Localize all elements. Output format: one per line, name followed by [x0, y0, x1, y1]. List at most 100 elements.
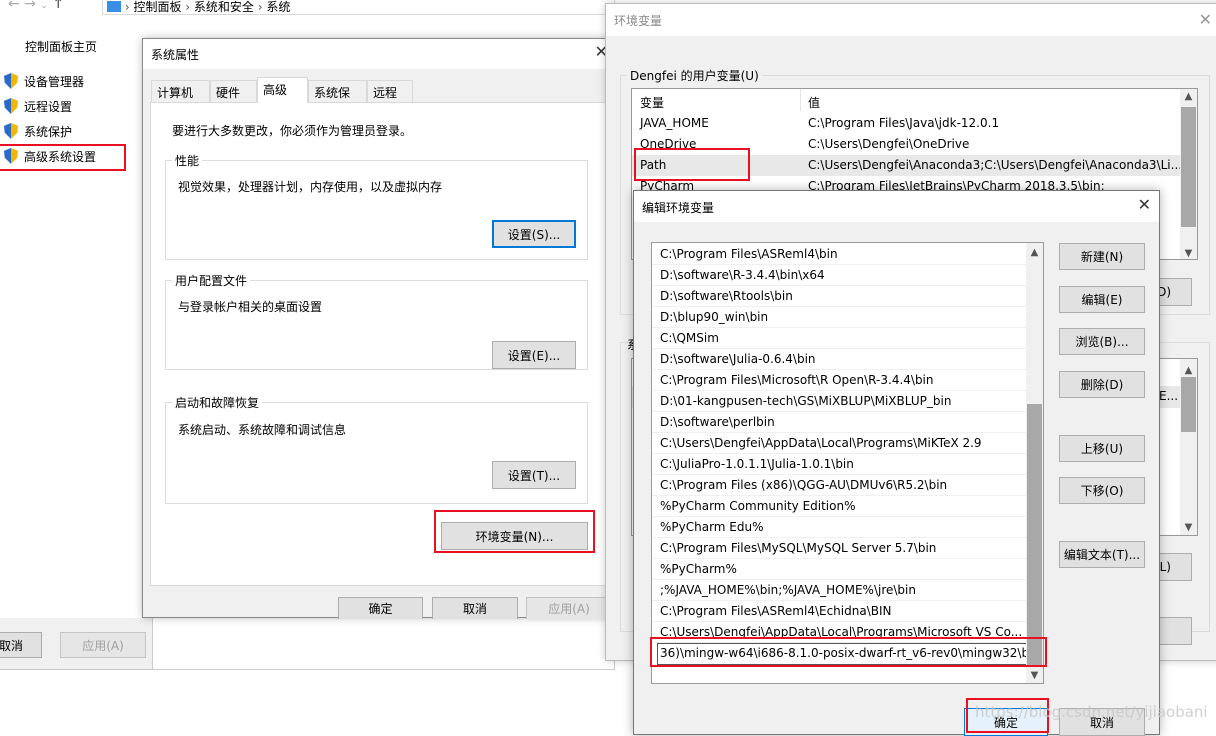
shield-icon — [4, 98, 18, 114]
highlight-box — [650, 637, 1047, 667]
list-item[interactable]: C:\Program Files\Microsoft\R Open\R-3.4.… — [652, 370, 1026, 391]
group-title: Dengfei 的用户变量(U) — [627, 67, 762, 84]
list-item[interactable]: C:\Program Files\ASReml4\bin — [652, 244, 1026, 265]
list-item[interactable]: %PyCharm Edu% — [652, 517, 1026, 538]
watermark: https://blog.csdn.net/yijiaobani — [975, 703, 1208, 721]
performance-settings-button[interactable]: 设置(S)... — [492, 220, 576, 248]
list-item[interactable]: D:\blup90_win\bin — [652, 307, 1026, 328]
group-title: 用户配置文件 — [172, 272, 251, 289]
back-icon[interactable]: ← — [8, 0, 20, 12]
list-item[interactable]: D:\software\R-3.4.4\bin\x64 — [652, 265, 1026, 286]
side-link-device-manager[interactable]: 设备管理器 — [4, 73, 84, 90]
recent-icon[interactable]: ⌄ — [40, 1, 48, 11]
list-item[interactable]: D:\01-kangpusen-tech\GS\MiXBLUP\MiXBLUP_… — [652, 391, 1026, 412]
column-header-value[interactable]: 值 — [808, 94, 820, 111]
list-item[interactable]: %PyCharm Community Edition% — [652, 496, 1026, 517]
delete-button[interactable]: 删除(D) — [1059, 371, 1145, 398]
variable-value: C:\Users\Dengfei\OneDrive — [808, 137, 970, 151]
shield-icon — [4, 73, 18, 89]
scroll-thumb[interactable] — [1181, 107, 1196, 227]
shield-icon — [4, 123, 18, 139]
side-link-remote[interactable]: 远程设置 — [4, 98, 72, 115]
explorer-apply-button: 应用(A) — [60, 632, 146, 658]
control-panel-home-link[interactable]: 控制面板主页 — [25, 38, 97, 55]
group-desc: 视觉效果，处理器计划，内存使用，以及虚拟内存 — [178, 180, 443, 194]
scrollbar[interactable]: ▲ ▼ — [1180, 359, 1197, 535]
list-item[interactable]: %PyCharm% — [652, 559, 1026, 580]
list-item[interactable]: D:\software\Julia-0.6.4\bin — [652, 349, 1026, 370]
scroll-thumb[interactable] — [1181, 377, 1196, 432]
forward-icon[interactable]: → — [24, 0, 36, 12]
variable-value: C:\Program Files\Java\jdk-12.0.1 — [808, 116, 1000, 130]
close-icon[interactable]: ✕ — [1199, 10, 1212, 29]
tab-system-protection[interactable]: 系统保护 — [308, 80, 367, 117]
link-label: 设备管理器 — [24, 75, 85, 89]
tab-advanced[interactable]: 高级 — [257, 77, 308, 103]
side-link-protection[interactable]: 系统保护 — [4, 123, 72, 140]
scroll-up-icon[interactable]: ▲ — [1180, 91, 1197, 102]
title-bar: 系统属性 ✕ — [143, 39, 614, 69]
row-value: E... — [1159, 389, 1179, 403]
new-button[interactable]: 新建(N) — [1059, 243, 1145, 270]
up-icon[interactable]: ↑ — [52, 0, 64, 12]
link-label: 系统保护 — [24, 125, 73, 139]
highlight-box — [434, 510, 595, 553]
admin-note: 要进行大多数更改，你必须作为管理员登录。 — [172, 124, 413, 138]
highlight-box — [0, 144, 126, 171]
group-title: 启动和故障恢复 — [172, 394, 263, 411]
explorer-cancel-button[interactable]: 取消 — [0, 632, 42, 658]
dialog-title: 系统属性 — [151, 48, 200, 62]
ok-button[interactable]: 确定 — [338, 597, 423, 619]
close-icon[interactable]: ✕ — [1138, 195, 1151, 214]
list-item[interactable]: C:\JuliaPro-1.0.1.1\Julia-1.0.1\bin — [652, 454, 1026, 475]
scroll-down-icon[interactable]: ▼ — [1180, 248, 1197, 259]
list-item[interactable]: ;%JAVA_HOME%\bin;%JAVA_HOME%\jre\bin — [652, 580, 1026, 601]
tab-remote[interactable]: 远程 — [367, 80, 413, 102]
group-desc: 系统启动、系统故障和调试信息 — [178, 423, 347, 437]
tab-hardware[interactable]: 硬件 — [210, 80, 257, 102]
list-item[interactable]: C:\QMSim — [652, 328, 1026, 349]
variable-value: C:\Users\Dengfei\Anaconda3;C:\Users\Deng… — [808, 158, 1183, 172]
breadcrumb-item[interactable]: 系统 — [266, 0, 290, 14]
move-up-button[interactable]: 上移(U) — [1059, 435, 1145, 462]
edit-text-button[interactable]: 编辑文本(T)... — [1059, 541, 1145, 568]
group-title: 性能 — [172, 152, 203, 169]
list-item[interactable]: C:\Program Files (x86)\QGG-AU\DMUv6\R5.2… — [652, 475, 1026, 496]
scrollbar[interactable]: ▲ ▼ — [1026, 243, 1043, 683]
scroll-up-icon[interactable]: ▲ — [1180, 365, 1197, 376]
group-desc: 与登录帐户相关的桌面设置 — [178, 300, 323, 314]
list-item[interactable]: C:\Users\Dengfei\AppData\Local\Programs\… — [652, 433, 1026, 454]
highlight-box — [634, 148, 750, 181]
title-bar: 环境变量 ✕ — [606, 4, 1216, 36]
path-entries-list[interactable]: C:\Program Files\ASReml4\bin D:\software\… — [651, 242, 1044, 684]
dialog-title: 编辑环境变量 — [642, 201, 715, 215]
nav-buttons: ← → ⌄ ↑ — [8, 0, 64, 12]
computer-icon — [107, 1, 121, 12]
startup-settings-button[interactable]: 设置(T)... — [492, 461, 576, 489]
list-item[interactable]: D:\software\Rtools\bin — [652, 286, 1026, 307]
list-item[interactable]: C:\Program Files\MySQL\MySQL Server 5.7\… — [652, 538, 1026, 559]
link-label: 远程设置 — [24, 100, 73, 114]
list-item[interactable]: D:\software\perlbin — [652, 412, 1026, 433]
column-divider — [800, 89, 801, 111]
list-item[interactable]: C:\Program Files\ASReml4\Echidna\BIN — [652, 601, 1026, 622]
title-bar: 编辑环境变量 ✕ — [634, 191, 1159, 222]
browse-button[interactable]: 浏览(B)... — [1059, 328, 1145, 355]
move-down-button[interactable]: 下移(O) — [1059, 477, 1145, 504]
edit-button[interactable]: 编辑(E) — [1059, 286, 1145, 313]
variable-name: JAVA_HOME — [640, 116, 709, 130]
column-header-variable[interactable]: 变量 — [640, 94, 664, 111]
apply-button: 应用(A) — [526, 597, 612, 619]
scrollbar[interactable]: ▲ ▼ — [1180, 89, 1197, 259]
breadcrumb-item[interactable]: 控制面板 — [133, 0, 181, 14]
address-bar[interactable]: › 控制面板 › 系统和安全 › 系统 — [102, 0, 615, 15]
profiles-settings-button[interactable]: 设置(E)... — [492, 341, 576, 369]
scroll-down-icon[interactable]: ▼ — [1180, 522, 1197, 533]
scroll-thumb[interactable] — [1027, 404, 1042, 666]
scroll-up-icon[interactable]: ▲ — [1026, 247, 1043, 258]
tab-computer-name[interactable]: 计算机名 — [151, 80, 210, 117]
scroll-down-icon[interactable]: ▼ — [1026, 670, 1043, 681]
table-row[interactable]: JAVA_HOME C:\Program Files\Java\jdk-12.0.… — [632, 113, 1180, 134]
breadcrumb-item[interactable]: 系统和安全 — [194, 0, 254, 14]
cancel-button[interactable]: 取消 — [432, 597, 518, 619]
